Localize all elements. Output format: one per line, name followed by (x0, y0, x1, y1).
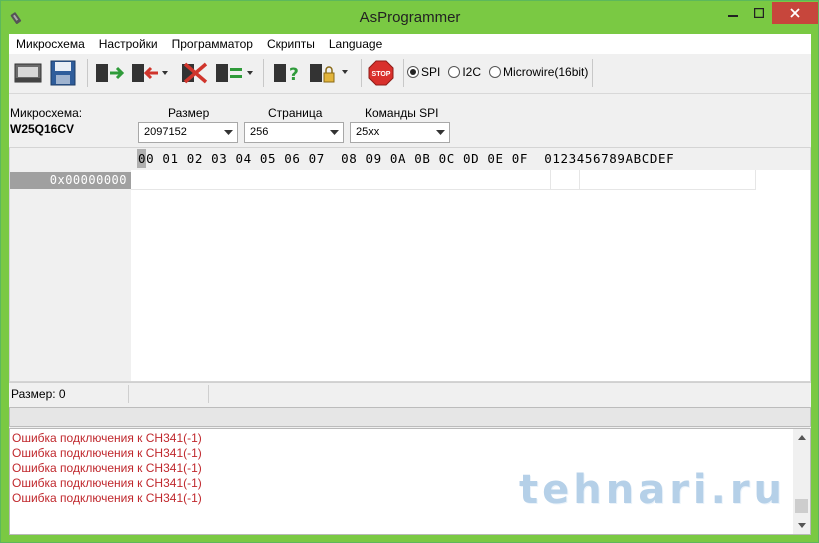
scroll-down-button[interactable] (793, 517, 810, 534)
erase-icon (182, 62, 208, 84)
size-label: Размер (168, 106, 210, 120)
protocol-spi[interactable]: SPI (407, 65, 440, 79)
log-line: Ошибка подключения к CH341(-1) (12, 491, 202, 505)
chip-info-button[interactable]: ? (271, 58, 303, 88)
log-list: Ошибка подключения к CH341(-1) Ошибка по… (10, 431, 202, 506)
chip-info-icon: ? (274, 64, 299, 85)
stop-label: STOP (372, 71, 391, 78)
menu-bar: Микросхема Настройки Программатор Скрипт… (9, 34, 811, 54)
close-icon (790, 8, 800, 18)
erase-button[interactable] (177, 58, 211, 88)
open-icon (14, 63, 42, 83)
chevron-down-icon (797, 523, 806, 528)
spi-commands-value: 25xx (356, 126, 380, 138)
read-icon (96, 64, 125, 82)
chip-lock-button[interactable] (307, 58, 353, 88)
chevron-down-icon (326, 123, 343, 142)
menu-programmer[interactable]: Программатор (165, 34, 260, 54)
stop-button[interactable]: STOP (367, 58, 395, 88)
toolbar-separator (592, 59, 593, 87)
status-divider (128, 385, 129, 403)
log-line: Ошибка подключения к CH341(-1) (12, 461, 202, 475)
protocol-group: SPI I2C Microwire(16bit) (407, 58, 592, 86)
client-area: Микросхема Настройки Программатор Скрипт… (9, 34, 811, 535)
watermark-logo: tehnari.ru (519, 467, 787, 513)
radio-icon (489, 66, 502, 78)
menu-chip[interactable]: Микросхема (9, 34, 92, 54)
toolbar: ? STOP SPI I2C Microwire(16bit) (9, 54, 811, 94)
svg-text:?: ? (289, 65, 299, 85)
size-value: 2097152 (144, 126, 187, 138)
log-scrollbar[interactable] (793, 429, 810, 534)
maximize-button[interactable] (746, 2, 772, 24)
toolbar-separator (361, 59, 362, 87)
menu-scripts[interactable]: Скрипты (260, 34, 322, 54)
page-label: Страница (268, 106, 323, 120)
close-button[interactable] (772, 2, 818, 24)
chevron-down-icon (220, 123, 237, 142)
protocol-label: I2C (462, 65, 482, 79)
address-column: 0x00000000 (10, 170, 131, 381)
hex-editor[interactable]: 00 01 02 03 04 05 06 07 08 09 0A 0B 0C 0… (9, 147, 811, 382)
protocol-label: Microwire(16bit) (503, 65, 589, 79)
write-button[interactable] (129, 58, 171, 88)
size-combo[interactable]: 2097152 (138, 122, 238, 143)
hex-col-divider (755, 170, 756, 190)
hex-col-divider (550, 170, 551, 190)
page-combo[interactable]: 256 (244, 122, 344, 143)
hex-header-row: 00 01 02 03 04 05 06 07 08 09 0A 0B 0C 0… (10, 148, 810, 170)
protocol-label: SPI (421, 65, 441, 79)
write-icon (132, 64, 168, 82)
verify-icon (216, 64, 253, 82)
save-icon (50, 60, 76, 86)
spi-commands-label: Команды SPI (365, 106, 439, 120)
window-title: AsProgrammer (359, 9, 461, 26)
chevron-up-icon (797, 435, 806, 440)
hex-col-divider (579, 170, 580, 190)
toolbar-separator (263, 59, 264, 87)
hex-row-divider (131, 189, 755, 190)
progress-bar (9, 407, 811, 427)
verify-button[interactable] (213, 58, 257, 88)
menu-language[interactable]: Language (322, 34, 389, 54)
chip-label: Микросхема: (10, 106, 83, 120)
status-panel: Размер: 0 (9, 382, 811, 404)
chevron-down-icon (432, 123, 449, 142)
minimize-button[interactable] (720, 2, 746, 24)
log-line: Ошибка подключения к CH341(-1) (12, 431, 202, 445)
log-line: Ошибка подключения к CH341(-1) (12, 476, 202, 490)
protocol-i2c[interactable]: I2C (448, 65, 481, 79)
minimize-icon (728, 15, 738, 17)
page-value: 256 (250, 126, 269, 138)
status-size: Размер: 0 (11, 387, 66, 401)
log-line: Ошибка подключения к CH341(-1) (12, 446, 202, 460)
scroll-up-button[interactable] (793, 429, 810, 446)
toolbar-separator (87, 59, 88, 87)
menu-settings[interactable]: Настройки (92, 34, 165, 54)
app-window: AsProgrammer Микросхема Настройки Програ… (0, 0, 819, 543)
chip-panel: Микросхема: W25Q16CV Размер 2097152 Стра… (9, 95, 811, 147)
scroll-thumb[interactable] (795, 499, 808, 513)
address-cell: 0x00000000 (10, 172, 131, 189)
toolbar-separator (403, 59, 404, 87)
read-button[interactable] (93, 58, 127, 88)
stop-icon: STOP (368, 60, 394, 86)
chip-name: W25Q16CV (10, 122, 75, 136)
save-button[interactable] (47, 58, 79, 88)
radio-selected-icon (407, 66, 419, 78)
spi-commands-combo[interactable]: 25xx (350, 122, 450, 143)
status-divider (208, 385, 209, 403)
hex-header: 00 01 02 03 04 05 06 07 08 09 0A 0B 0C 0… (138, 151, 675, 166)
open-button[interactable] (11, 58, 45, 88)
radio-icon (448, 66, 461, 78)
maximize-icon (754, 8, 764, 18)
chip-lock-icon (310, 64, 348, 83)
titlebar[interactable]: AsProgrammer (2, 2, 818, 34)
protocol-microwire[interactable]: Microwire(16bit) (489, 65, 588, 79)
